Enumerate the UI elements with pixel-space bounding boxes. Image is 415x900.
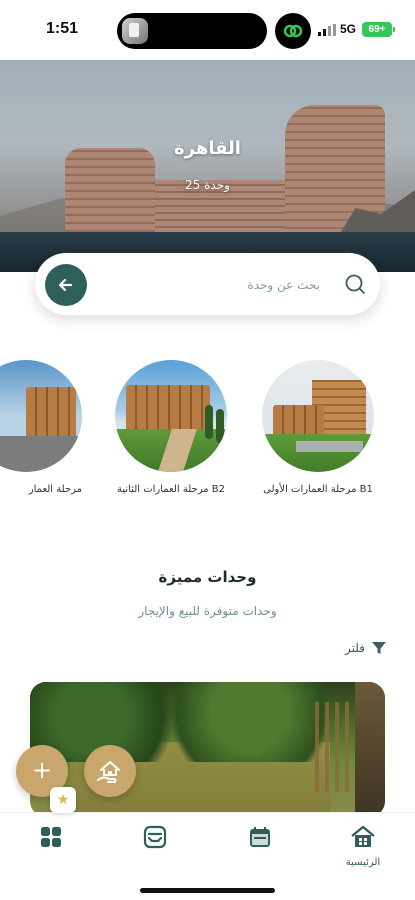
filter-button[interactable]: فلتر: [345, 640, 387, 656]
nav-grid[interactable]: [16, 825, 86, 853]
search-input[interactable]: [120, 273, 320, 297]
phase-label: مرحلة العمارات الثانية B2: [116, 484, 226, 495]
city-title: القاهرة: [174, 138, 241, 159]
hero-banner: القاهرة 25 وحدة: [0, 60, 415, 272]
phases-carousel: مرحلة العمارات الأولى B1 مرحلة العمارات …: [0, 360, 415, 510]
phase-label: مرحلة العمارات الأولى B1: [263, 484, 373, 495]
now-playing-thumbnail: [122, 18, 148, 44]
phase-label: مرحلة العمار: [28, 484, 82, 495]
home-icon: [351, 825, 375, 847]
network-type: 5G: [340, 22, 357, 36]
bottom-navigation: الرئيسية: [0, 812, 415, 900]
inbox-icon: [143, 825, 167, 849]
units-count: 25 وحدة: [185, 178, 230, 192]
nav-calendar[interactable]: [225, 825, 295, 853]
filter-icon: [372, 642, 386, 654]
house-hand-button[interactable]: [84, 745, 136, 797]
status-bar: 1:51 5G 69+: [0, 0, 415, 60]
home-indicator: [140, 888, 275, 893]
nav-home-label: الرئيسية: [345, 857, 381, 868]
filter-label: فلتر: [345, 641, 365, 655]
arrow-left-icon: [58, 278, 73, 292]
battery-icon: 69+: [362, 22, 395, 37]
signal-icon: [318, 24, 336, 36]
nav-inbox[interactable]: [120, 825, 190, 853]
featured-subtitle: وحدات متوفرة للبيع والإيجار: [138, 604, 277, 618]
phase-card-b2[interactable]: مرحلة العمارات الثانية B2: [115, 360, 227, 495]
phase-image: [262, 360, 374, 472]
search-icon[interactable]: [344, 273, 366, 295]
search-bar: [35, 253, 380, 315]
phase-card-b1[interactable]: مرحلة العمارات الأولى B1: [262, 360, 374, 495]
phase-card-b3[interactable]: مرحلة العمار: [0, 360, 82, 495]
featured-title: وحدات مميزة: [158, 568, 257, 586]
calendar-icon: [250, 827, 270, 847]
nav-home[interactable]: الرئيسية: [328, 825, 398, 868]
phase-image: [0, 360, 82, 472]
star-icon[interactable]: ★: [50, 787, 76, 813]
featured-unit-card[interactable]: [30, 682, 385, 817]
status-time: 1:51: [46, 20, 79, 37]
back-button[interactable]: [45, 264, 87, 306]
phase-image: [115, 360, 227, 472]
activity-indicator-icon: [275, 13, 311, 49]
house-hand-icon: [97, 761, 120, 783]
grid-icon: [41, 827, 61, 847]
